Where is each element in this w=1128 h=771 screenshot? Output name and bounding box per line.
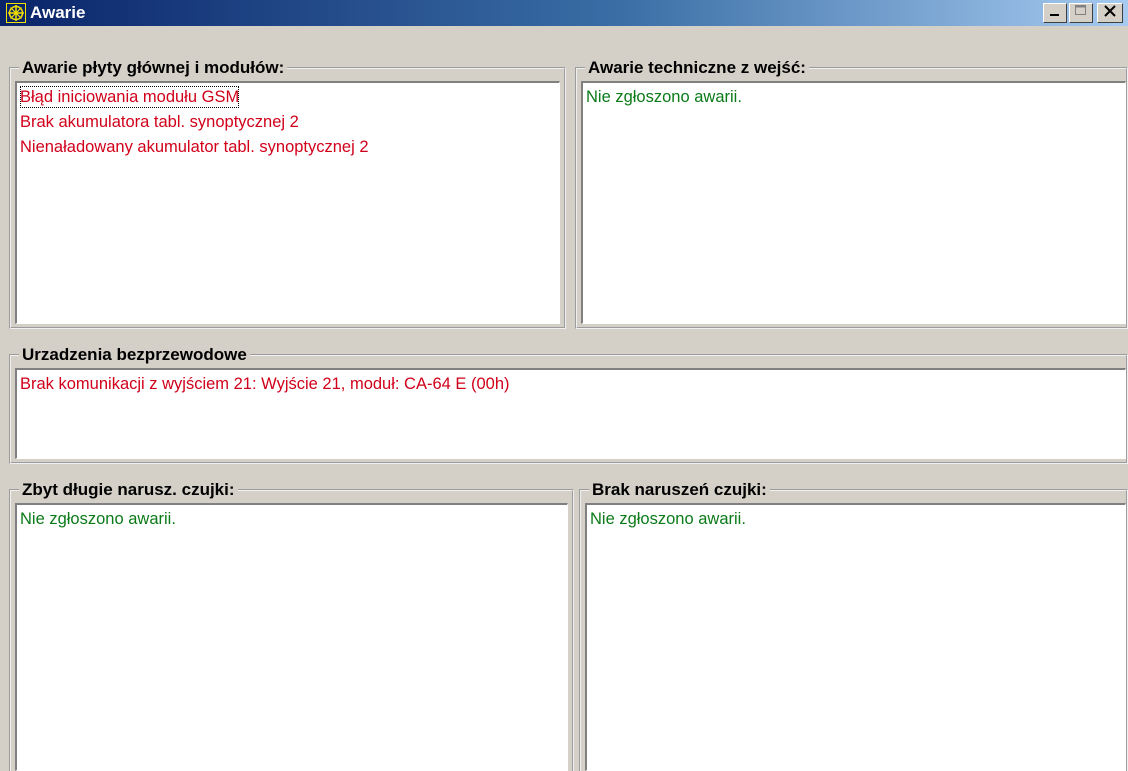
list-item[interactable]: Nie zgłoszono awarii. <box>590 507 1122 532</box>
no-violation-group: Brak naruszeń czujki: Nie zgłoszono awar… <box>579 480 1128 771</box>
mainboard-faults-title: Awarie płyty głównej i modułów: <box>19 58 288 78</box>
technical-faults-list[interactable]: Nie zgłoszono awarii. <box>581 81 1126 324</box>
title-bar[interactable]: Awarie <box>0 0 1128 26</box>
maximize-icon <box>1075 5 1086 15</box>
window-title: Awarie <box>30 3 86 22</box>
minimize-button[interactable] <box>1043 3 1067 23</box>
list-item[interactable]: Brak komunikacji z wyjściem 21: Wyjście … <box>20 372 1122 397</box>
close-button[interactable] <box>1097 3 1123 23</box>
mainboard-faults-group: Awarie płyty głównej i modułów: Błąd ini… <box>9 58 566 329</box>
long-violation-group: Zbyt długie narusz. czujki: Nie zgłoszon… <box>9 480 574 771</box>
technical-faults-title: Awarie techniczne z wejść: <box>585 58 809 78</box>
keypad-app-icon <box>6 3 26 23</box>
long-violation-title: Zbyt długie narusz. czujki: <box>19 480 238 500</box>
mainboard-faults-list[interactable]: Błąd iniciowania modułu GSM Brak akumula… <box>15 81 560 324</box>
list-item[interactable]: Brak akumulatora tabl. synoptycznej 2 <box>20 110 556 135</box>
wireless-devices-title: Urzadzenia bezprzewodowe <box>19 345 250 365</box>
minimize-icon <box>1050 14 1059 16</box>
long-violation-list[interactable]: Nie zgłoszono awarii. <box>15 503 568 771</box>
no-violation-list[interactable]: Nie zgłoszono awarii. <box>585 503 1126 771</box>
maximize-button[interactable] <box>1069 3 1093 23</box>
list-item[interactable]: Nienaładowany akumulator tabl. synoptycz… <box>20 135 556 160</box>
wireless-devices-group: Urzadzenia bezprzewodowe Brak komunikacj… <box>9 345 1128 464</box>
list-item[interactable]: Nie zgłoszono awarii. <box>586 85 1122 110</box>
list-item[interactable]: Nie zgłoszono awarii. <box>20 507 564 532</box>
wireless-devices-list[interactable]: Brak komunikacji z wyjściem 21: Wyjście … <box>15 368 1126 459</box>
technical-faults-group: Awarie techniczne z wejść: Nie zgłoszono… <box>575 58 1128 329</box>
close-icon <box>1104 5 1116 17</box>
no-violation-title: Brak naruszeń czujki: <box>589 480 770 500</box>
list-item[interactable]: Błąd iniciowania modułu GSM <box>20 85 556 110</box>
